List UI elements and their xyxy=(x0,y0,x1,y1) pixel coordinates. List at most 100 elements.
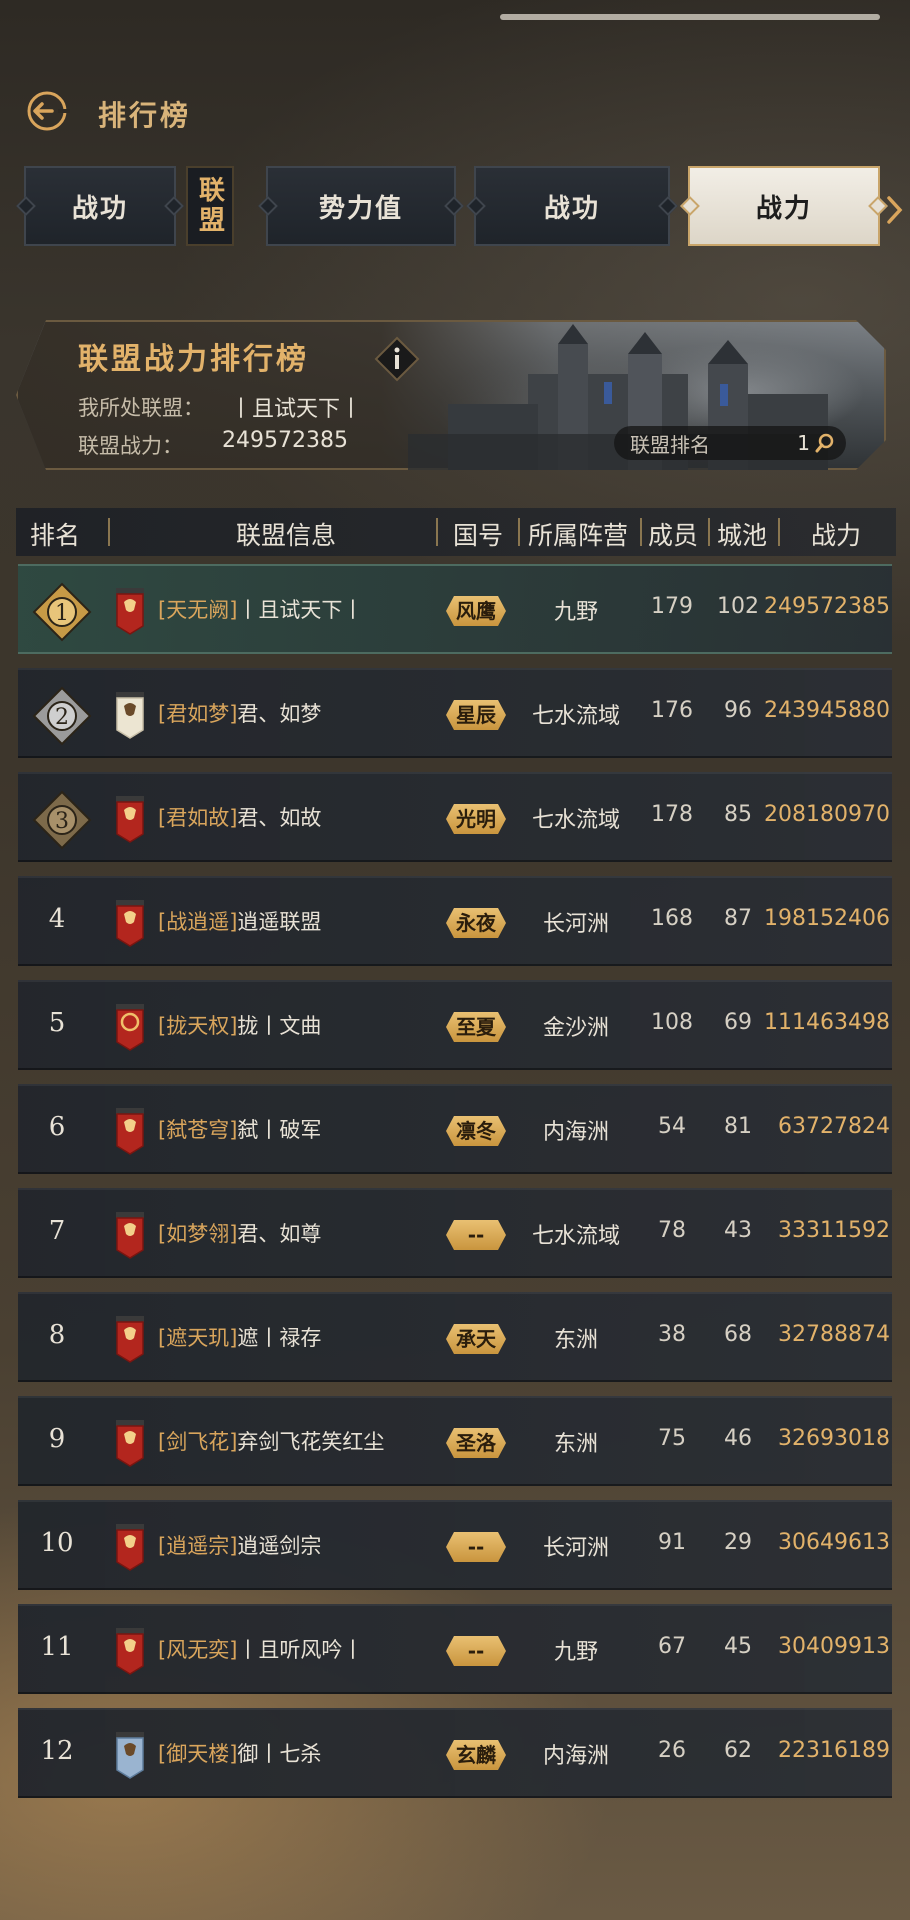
alliance-power-value: 249572385 xyxy=(222,428,348,453)
tab-battle-merit[interactable]: 战功 xyxy=(24,166,176,246)
alliance-name[interactable]: [如梦翎]君、如尊 xyxy=(158,1218,321,1248)
alliance-name[interactable]: [拢天权]拢丨文曲 xyxy=(158,1010,321,1040)
alliance-title: 弃剑飞花笑红尘 xyxy=(237,1430,385,1454)
cities-cell: 102 xyxy=(717,594,759,619)
table-header: 排名 联盟信息 国号 所属阵营 成员 城池 战力 xyxy=(16,508,896,556)
rank-number: 5 xyxy=(48,1008,66,1038)
alliance-flag-icon xyxy=(116,1732,144,1779)
alliance-title: 丨且听风吟丨 xyxy=(237,1638,364,1662)
power-cell: 208180970 xyxy=(764,802,890,827)
alliance-tag: [拢天权] xyxy=(158,1014,238,1038)
table-row[interactable]: 9 [剑飞花]弃剑飞花笑红尘 圣洛 东洲 75 46 32693018 xyxy=(18,1396,892,1486)
tab-alliance-merit[interactable]: 战功 xyxy=(474,166,670,246)
table-row[interactable]: 7 [如梦翎]君、如尊 -- 七水流域 78 43 33311592 xyxy=(18,1188,892,1278)
table-row[interactable]: 3 [君如故]君、如故 光明 七水流域 178 85 208180970 xyxy=(18,772,892,862)
table-row[interactable]: 5 [拢天权]拢丨文曲 至夏 金沙洲 108 69 111463498 xyxy=(18,980,892,1070)
camp-cell: 东洲 xyxy=(553,1432,598,1457)
rank-number: 9 xyxy=(48,1424,66,1454)
camp-cell: 七水流域 xyxy=(531,1224,620,1249)
column-header-alliance-info: 联盟信息 xyxy=(235,521,336,550)
table-row[interactable]: 12 [御天楼]御丨七杀 玄麟 内海洲 26 62 22316189 xyxy=(18,1708,892,1798)
camp-cell: 内海洲 xyxy=(542,1120,609,1145)
alliance-name[interactable]: [御天楼]御丨七杀 xyxy=(158,1738,321,1768)
power-cell: 30409913 xyxy=(778,1634,890,1659)
rank-medal-icon: 1 xyxy=(32,582,92,642)
alliance-tag: [君如故] xyxy=(158,806,238,830)
members-cell: 178 xyxy=(651,802,693,827)
tab-power[interactable]: 战力 xyxy=(688,166,880,246)
camp-cell: 九野 xyxy=(553,1640,598,1665)
camp-cell: 东洲 xyxy=(553,1328,598,1353)
power-cell: 198152406 xyxy=(764,906,890,931)
table-row[interactable]: 6 [弑苍穹]弑丨破军 凛冬 内海洲 54 81 63727824 xyxy=(18,1084,892,1174)
alliance-flag-icon xyxy=(116,1108,144,1155)
table-row[interactable]: 8 [遮天玑]遮丨禄存 承天 东洲 38 68 32788874 xyxy=(18,1292,892,1382)
table-row[interactable]: 1 [天无阙]丨且试天下丨 风鹰 九野 179 102 249572385 xyxy=(18,564,892,654)
alliance-tag: [弑苍穹] xyxy=(158,1118,238,1142)
camp-cell: 七水流域 xyxy=(531,704,620,729)
rank-number: 12 xyxy=(40,1736,74,1766)
back-button[interactable] xyxy=(22,86,72,136)
alliance-flag-icon xyxy=(116,1524,144,1571)
rank-number: 7 xyxy=(48,1216,66,1246)
alliance-tag: [剑飞花] xyxy=(158,1430,238,1454)
column-divider xyxy=(436,518,438,546)
camp-cell: 长河洲 xyxy=(542,1536,609,1561)
table-row[interactable]: 11 [风无奕]丨且听风吟丨 -- 九野 67 45 30409913 xyxy=(18,1604,892,1694)
alliance-title: 御丨七杀 xyxy=(237,1742,322,1766)
rank-number: 6 xyxy=(48,1112,66,1142)
nation-badge: 凛冬 xyxy=(446,1116,506,1146)
alliance-name[interactable]: [战逍遥]逍遥联盟 xyxy=(158,906,321,936)
page-title: 排行榜 xyxy=(98,99,192,132)
tab-label: 战力 xyxy=(755,193,812,224)
cities-cell: 96 xyxy=(724,698,752,723)
alliance-name[interactable]: [遮天玑]遮丨禄存 xyxy=(158,1322,321,1352)
camp-cell: 金沙洲 xyxy=(542,1016,609,1041)
alliance-name[interactable]: [风无奕]丨且听风吟丨 xyxy=(158,1634,363,1664)
members-cell: 179 xyxy=(651,594,693,619)
alliance-name[interactable]: [天无阙]丨且试天下丨 xyxy=(158,594,363,624)
table-row[interactable]: 2 [君如梦]君、如梦 星辰 七水流域 176 96 243945880 xyxy=(18,668,892,758)
rank-medal-number: 3 xyxy=(55,809,69,834)
members-cell: 75 xyxy=(658,1426,686,1451)
power-cell: 32788874 xyxy=(778,1322,890,1347)
column-header-members: 成员 xyxy=(647,521,698,550)
alliance-title: 逍遥联盟 xyxy=(237,910,322,934)
tab-influence[interactable]: 势力值 xyxy=(266,166,456,246)
nation-badge: 至夏 xyxy=(446,1012,506,1042)
alliance-name[interactable]: [弑苍穹]弑丨破军 xyxy=(158,1114,321,1144)
cities-cell: 45 xyxy=(724,1634,752,1659)
column-header-power: 战力 xyxy=(810,521,861,550)
members-cell: 168 xyxy=(651,906,693,931)
alliance-name[interactable]: [剑飞花]弃剑飞花笑红尘 xyxy=(158,1426,384,1456)
home-indicator xyxy=(500,14,880,20)
rank-number: 4 xyxy=(48,904,66,934)
rank-medal-icon: 3 xyxy=(32,790,92,850)
alliance-rank-chip[interactable]: 联盟排名 1 xyxy=(614,426,846,460)
cities-cell: 87 xyxy=(724,906,752,931)
search-icon xyxy=(815,433,834,453)
members-cell: 78 xyxy=(658,1218,686,1243)
nation-badge: 玄麟 xyxy=(446,1740,506,1770)
cities-cell: 69 xyxy=(724,1010,752,1035)
alliance-name[interactable]: [君如梦]君、如梦 xyxy=(158,698,321,728)
alliance-flag-icon xyxy=(116,1628,144,1675)
camp-cell: 九野 xyxy=(553,600,598,625)
alliance-tag: [风无奕] xyxy=(158,1638,238,1662)
alliance-name[interactable]: [逍遥宗]逍遥剑宗 xyxy=(158,1530,321,1560)
table-row[interactable]: 10 [逍遥宗]逍遥剑宗 -- 长河洲 91 29 30649613 xyxy=(18,1500,892,1590)
camp-cell: 长河洲 xyxy=(542,912,609,937)
power-cell: 63727824 xyxy=(778,1114,890,1139)
members-cell: 54 xyxy=(658,1114,686,1139)
alliance-name[interactable]: [君如故]君、如故 xyxy=(158,802,321,832)
info-button[interactable] xyxy=(374,336,420,382)
table-row[interactable]: 4 [战逍遥]逍遥联盟 永夜 长河洲 168 87 198152406 xyxy=(18,876,892,966)
column-header-rank: 排名 xyxy=(29,521,80,550)
members-cell: 26 xyxy=(658,1738,686,1763)
alliance-tag: [天无阙] xyxy=(158,598,238,622)
chevron-right-icon[interactable] xyxy=(884,190,906,230)
alliance-tag: [逍遥宗] xyxy=(158,1534,238,1558)
alliance-tag: [御天楼] xyxy=(158,1742,238,1766)
column-header-nation: 国号 xyxy=(452,521,503,550)
members-cell: 38 xyxy=(658,1322,686,1347)
